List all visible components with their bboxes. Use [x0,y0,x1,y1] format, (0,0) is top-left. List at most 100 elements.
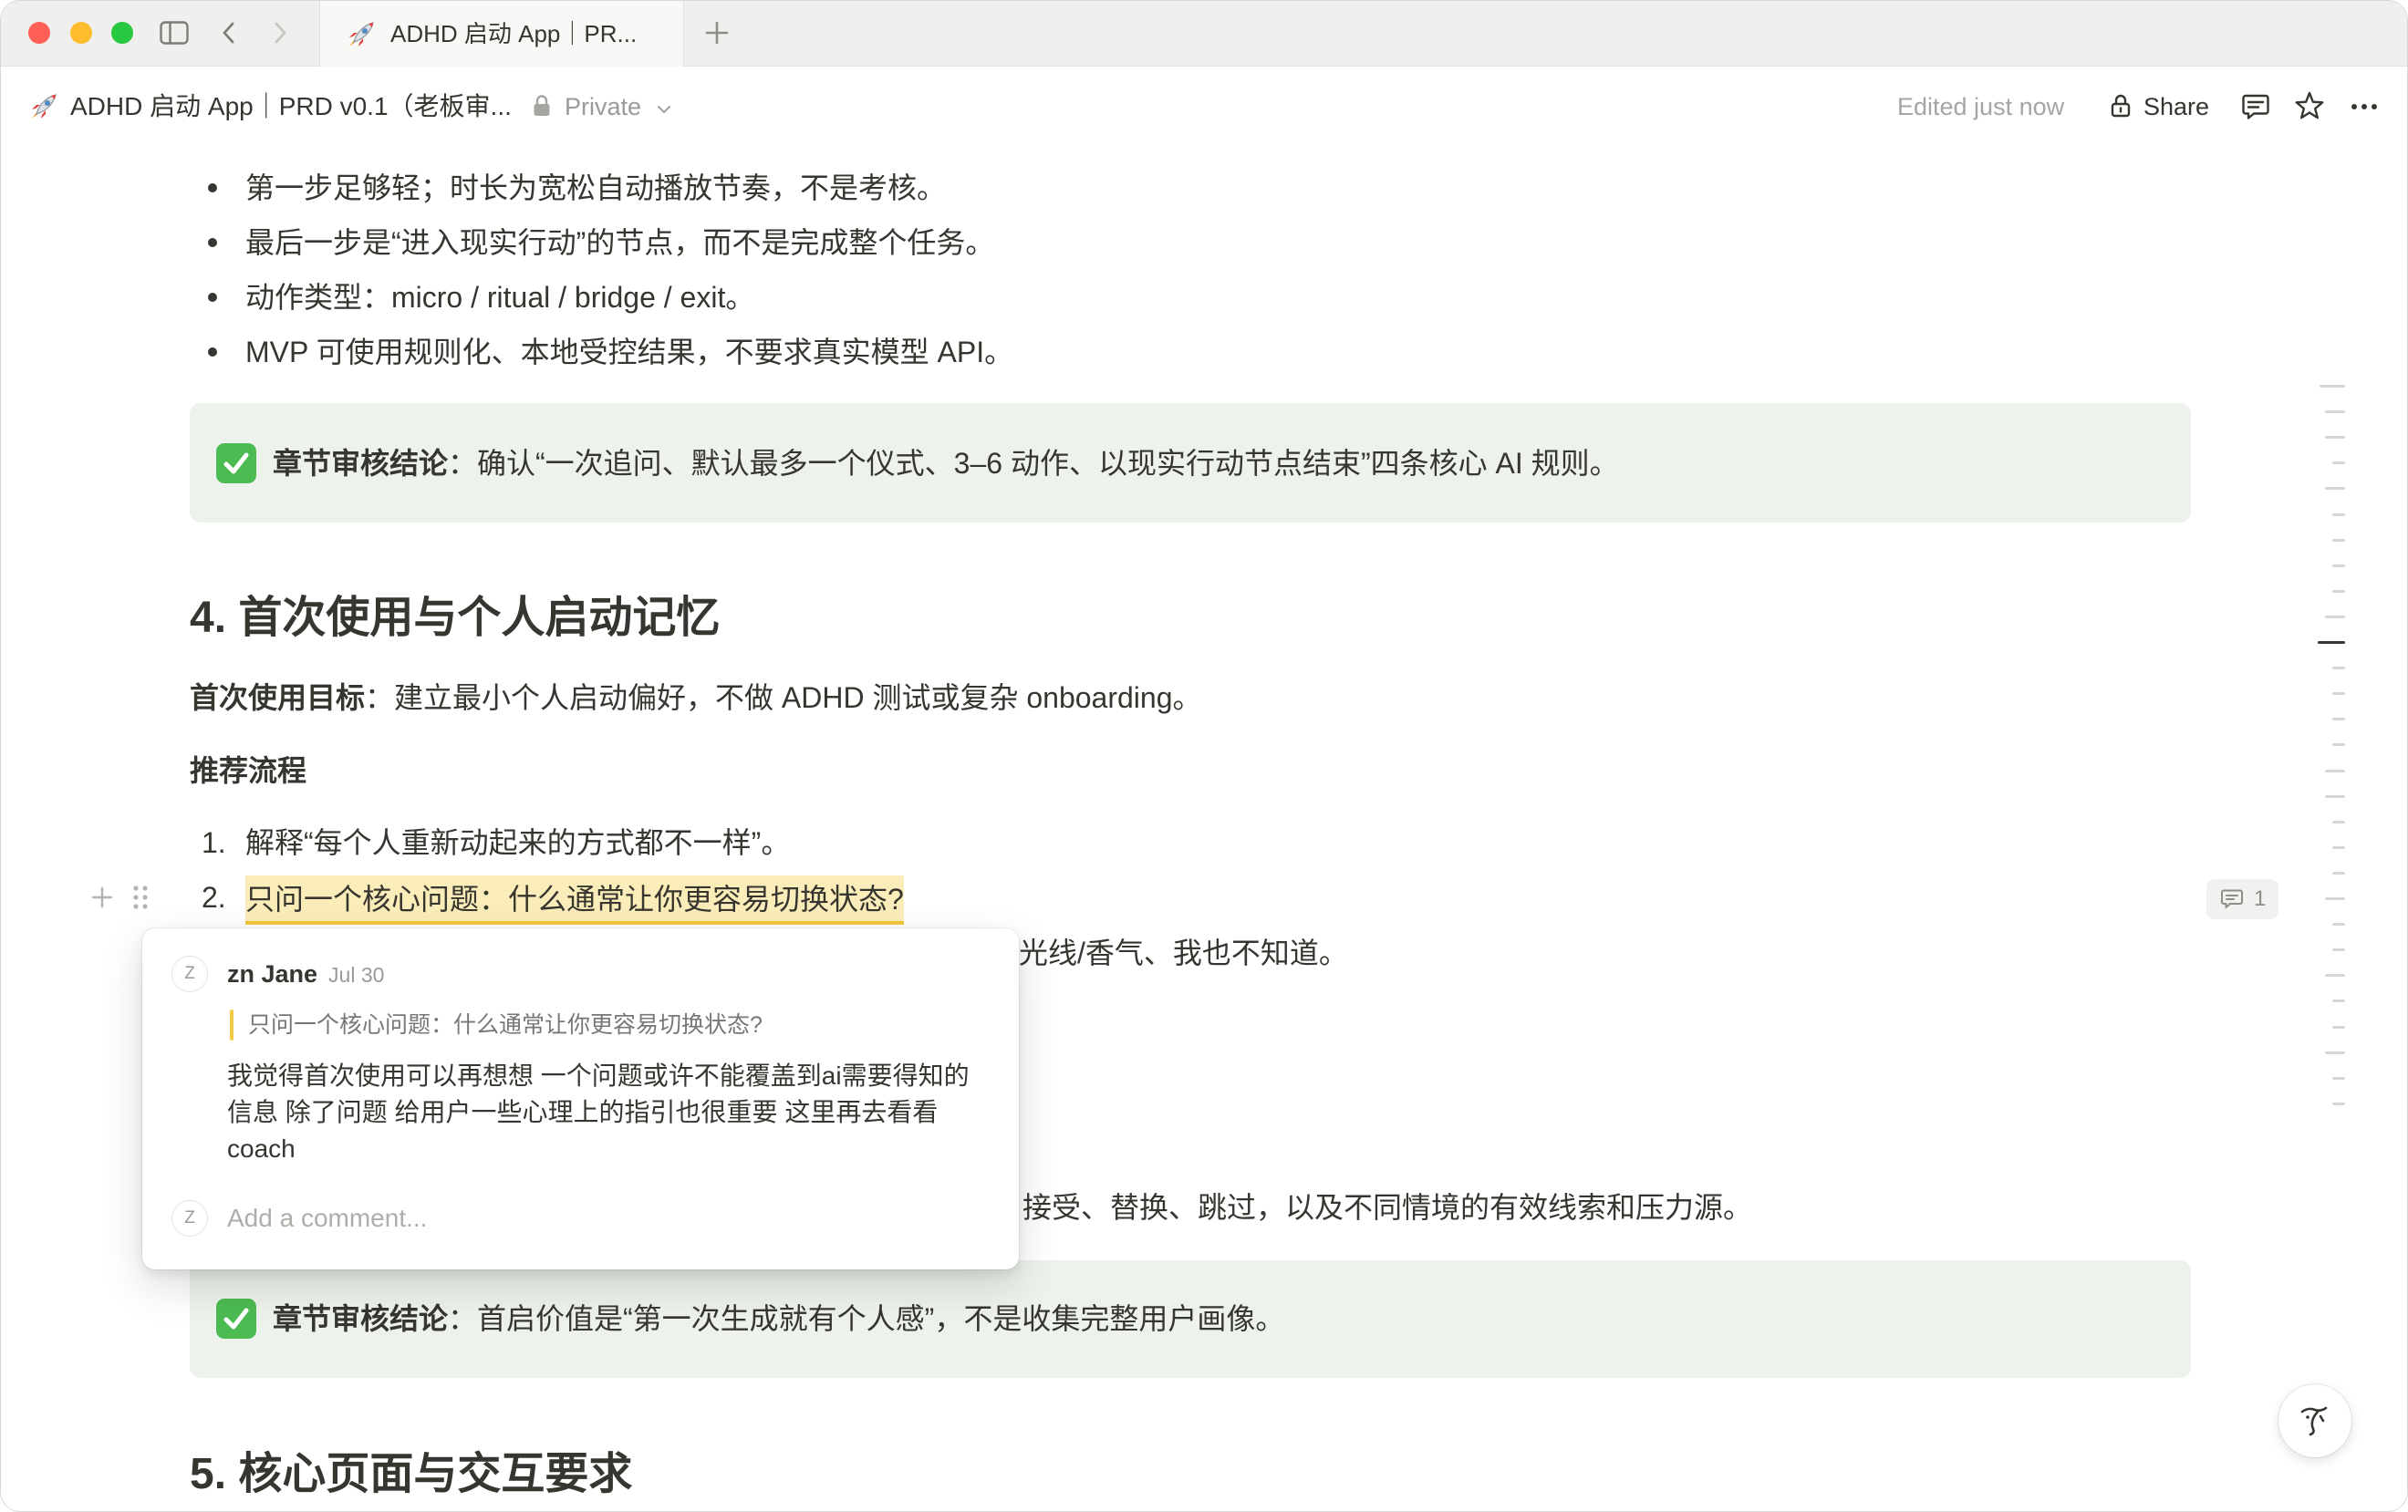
goal-bold-label: 首次使用目标 [190,681,366,714]
privacy-label[interactable]: Private [565,89,641,124]
quote-bar [230,1010,234,1041]
notion-ai-face-icon [2293,1399,2337,1443]
callout-bold-label: 章节审核结论 [273,1302,449,1335]
comment-author[interactable]: zn Jane [227,960,317,988]
toc-line[interactable] [2332,564,2345,567]
comment-count: 1 [2254,886,2267,911]
list-item-text: 动作类型：micro / ritual / bridge / exit。 [245,281,755,314]
tab-bar: ADHD 启动 App｜PR... [1,1,2407,67]
rocket-icon [29,92,58,121]
list-item-text: 解释“每个人重新动起来的方式都不一样”。 [245,826,791,859]
lock-icon [2110,93,2132,119]
comment-count-button[interactable]: 1 [2206,879,2278,919]
heading-section-4[interactable]: 4. 首次使用与个人启动记忆 [190,590,720,647]
toc-line[interactable] [2332,820,2345,823]
toc-line[interactable] [2332,1025,2345,1029]
goal-text: ：建立最小个人启动偏好，不做 ADHD 测试或复杂 onboarding。 [365,681,1202,714]
bullet-dot [208,183,217,192]
toc-line[interactable] [2332,948,2345,952]
tab-title: ADHD 启动 App｜PR... [390,20,638,47]
bullet-dot [208,293,217,302]
toc-line[interactable] [2320,385,2345,388]
chevron-left-icon[interactable] [220,19,238,47]
callout-bold-label: 章节审核结论 [273,447,449,480]
toc-line[interactable] [2332,923,2345,927]
list-item-text: MVP 可使用规则化、本地受控结果，不要求真实模型 API。 [245,336,1014,368]
callout-body: ：确认“一次追问、默认最多一个仪式、3–6 动作、以现实行动节点结束”四条核心 … [448,447,1619,480]
list-number: 2. [202,881,226,914]
commented-text-highlight[interactable]: 只问一个核心问题：什么通常让你更容易切换状态? [245,875,904,925]
toc-line[interactable] [2332,538,2345,542]
comment-body: 我觉得首次使用可以再想想 一个问题或许不能覆盖到ai需要得知的信息 除了问题 给… [227,1062,970,1163]
toc-line[interactable] [2325,615,2345,618]
plus-icon[interactable] [89,885,115,910]
toc-line[interactable] [2332,1076,2345,1080]
window-close-button[interactable] [28,22,50,44]
rocket-icon [347,20,376,49]
toc-line[interactable] [2325,794,2345,798]
toc-line[interactable] [2332,743,2345,747]
notion-ai-button[interactable] [2278,1384,2351,1457]
toc-line[interactable] [2332,999,2345,1003]
callout-review-conclusion[interactable]: 章节审核结论：首启价值是“第一次生成就有个人感”，不是收集完整用户画像。 [190,1260,2191,1378]
table-of-contents-minimap[interactable] [2314,385,2345,1114]
check-mark-button-icon[interactable] [216,1299,256,1339]
window-zoom-button[interactable] [111,22,133,44]
chevron-down-icon[interactable] [657,102,671,114]
toc-line[interactable] [2332,513,2345,516]
toc-line[interactable] [2332,871,2345,875]
comment-quote: 只问一个核心问题：什么通常让你更容易切换状态? [248,1012,763,1038]
drag-handle-icon[interactable] [131,883,150,912]
star-icon[interactable] [2293,90,2326,123]
sidebar-toggle-icon[interactable] [160,21,189,45]
comment-icon [2220,888,2244,910]
toc-line[interactable] [2332,692,2345,696]
chevron-right-icon[interactable] [271,19,289,47]
list-number: 1. [202,826,226,859]
toc-line[interactable] [2332,589,2345,593]
toc-line[interactable] [2325,769,2345,772]
comment-icon[interactable] [2239,90,2272,123]
lock-icon [532,94,552,118]
edited-status: Edited just now [1897,93,2065,120]
breadcrumb-page-title[interactable]: ADHD 启动 App｜PRD v0.1（老板审... [70,89,517,124]
toc-line[interactable] [2325,436,2345,440]
plus-icon[interactable] [704,20,730,46]
more-horizontal-icon[interactable] [2348,90,2381,123]
bullet-dot [208,347,217,357]
list-item-text: 第一步足够轻；时长为宽松自动播放节奏，不是考核。 [245,171,947,204]
toc-line-active[interactable] [2318,641,2345,644]
toc-line[interactable] [2325,410,2345,414]
toc-line[interactable] [2332,845,2345,849]
share-button[interactable]: Share [2143,89,2209,124]
toc-line[interactable] [2332,461,2345,465]
paragraph-goal[interactable]: 首次使用目标：建立最小个人启动偏好，不做 ADHD 测试或复杂 onboardi… [190,676,1202,720]
window-minimize-button[interactable] [70,22,92,44]
avatar: Z [171,1200,208,1237]
comment-header: zn Jane Jul 30 [227,957,384,996]
comment-thread-popup: Z zn Jane Jul 30 只问一个核心问题：什么通常让你更容易切换状态? … [142,928,1019,1269]
toc-line[interactable] [2332,1102,2345,1105]
callout-text: 章节审核结论：首启价值是“第一次生成就有个人感”，不是收集完整用户画像。 [273,1297,1284,1341]
avatar[interactable]: Z [171,956,208,992]
paragraph-text-partially-covered: 接受、替换、跳过，以及不同情境的有效线索和压力源。 [1022,1191,1753,1224]
toc-line[interactable] [2325,974,2345,978]
callout-review-conclusion[interactable]: 章节审核结论：确认“一次追问、默认最多一个仪式、3–6 动作、以现实行动节点结束… [190,403,2191,523]
toc-line[interactable] [2325,1051,2345,1054]
add-comment-input[interactable] [227,1200,975,1237]
page-topbar: ADHD 启动 App｜PRD v0.1（老板审... Private Edit… [1,67,2407,147]
toc-line[interactable] [2332,667,2345,670]
paragraph-flow-label[interactable]: 推荐流程 [190,749,306,792]
app-window: ADHD 启动 App｜PR... ADHD 启动 App｜PRD v0.1（老… [0,0,2408,1512]
check-mark-button-icon[interactable] [216,443,256,483]
toc-line[interactable] [2325,897,2345,900]
toc-line[interactable] [2332,718,2345,721]
heading-section-5[interactable]: 5. 核心页面与交互要求 [190,1446,632,1503]
callout-text: 章节审核结论：确认“一次追问、默认最多一个仪式、3–6 动作、以现实行动节点结束… [273,441,1619,485]
comment-date: Jul 30 [328,963,385,987]
callout-body: ：首启价值是“第一次生成就有个人感”，不是收集完整用户画像。 [448,1302,1285,1335]
toc-line[interactable] [2325,487,2345,491]
list-item-text: 最后一步是“进入现实行动”的节点，而不是完成整个任务。 [245,226,995,259]
tab-active[interactable]: ADHD 启动 App｜PR... [319,1,684,67]
list-item-text-partially-covered: 光线/香气、我也不知道。 [1019,937,1348,969]
